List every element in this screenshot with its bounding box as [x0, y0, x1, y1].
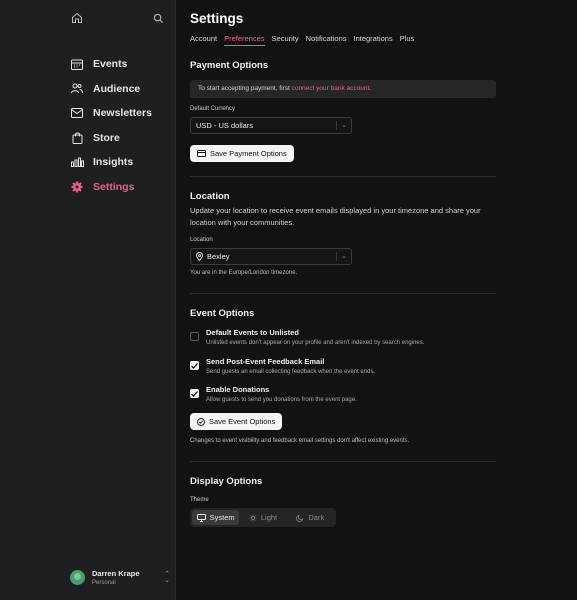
save-event-label: Save Event Options — [209, 417, 276, 426]
tab-plus[interactable]: Plus — [400, 34, 415, 46]
theme-option-light[interactable]: Light — [239, 510, 286, 525]
sidebar-item-label: Store — [93, 131, 120, 144]
tab-account[interactable]: Account — [190, 34, 217, 46]
tab-preferences[interactable]: Preferences — [224, 34, 265, 46]
sidebar-item-label: Insights — [93, 156, 134, 169]
option-subtitle: Send guests an email collecting feedback… — [206, 369, 376, 375]
sidebar-item-settings[interactable]: Settings — [70, 175, 152, 200]
theme-option-label: Dark — [308, 513, 325, 522]
option-subtitle: Allow guests to send you donations from … — [206, 397, 357, 403]
notice-text: To start accepting payment, first — [198, 85, 292, 92]
bag-icon — [70, 131, 84, 145]
donations-checkbox[interactable] — [190, 389, 199, 398]
divider — [190, 176, 496, 177]
map-pin-icon — [196, 252, 203, 261]
theme-option-label: System — [209, 513, 235, 522]
location-section-title: Location — [190, 191, 230, 202]
sidebar-item-insights[interactable]: Insights — [70, 150, 152, 175]
sidebar-item-label: Events — [93, 58, 128, 71]
users-icon — [70, 82, 84, 96]
save-event-options-button[interactable]: Save Event Options — [190, 413, 283, 430]
user-name: Darren Krape — [92, 569, 140, 578]
sun-icon — [249, 514, 257, 522]
display-options-title: Display Options — [190, 476, 263, 487]
chevron-up-down-icon[interactable]: ⌃ ⌄ — [164, 571, 170, 584]
save-payment-options-button[interactable]: Save Payment Options — [190, 145, 294, 162]
event-options-footnote: Changes to event visibility and feedback… — [190, 438, 410, 444]
avatar — [70, 570, 85, 585]
option-subtitle: Unlisted events don't appear on your pro… — [206, 340, 425, 346]
location-value: Bexley — [207, 252, 230, 261]
bar-chart-icon — [70, 155, 84, 169]
option-title: Enable Donations — [206, 385, 270, 394]
sidebar-item-events[interactable]: Events — [70, 52, 152, 77]
theme-segmented-control: System Light Dark — [190, 508, 336, 527]
calendar-icon — [70, 57, 84, 71]
feedback-email-checkbox[interactable] — [190, 361, 199, 370]
sidebar-item-label: Audience — [93, 82, 141, 95]
unlisted-checkbox[interactable] — [190, 332, 199, 341]
currency-select[interactable]: USD - US dollars ⌄ — [190, 117, 352, 134]
mail-icon — [70, 106, 84, 120]
tab-integrations[interactable]: Integrations — [354, 34, 393, 46]
payment-section-title: Payment Options — [190, 60, 269, 71]
location-select[interactable]: Bexley ⌄ — [190, 248, 352, 265]
payment-notice: To start accepting payment, first connec… — [190, 80, 496, 98]
tab-notifications[interactable]: Notifications — [306, 34, 347, 46]
moon-icon — [296, 514, 304, 522]
location-description: Update your location to receive event em… — [190, 206, 481, 227]
user-menu[interactable]: Darren Krape Personal ⌃ ⌄ — [70, 569, 170, 586]
option-donations: Enable Donations Allow guests to send yo… — [190, 385, 357, 403]
sidebar-item-label: Settings — [93, 180, 135, 193]
divider — [190, 293, 496, 294]
check-circle-icon — [197, 417, 205, 426]
credit-card-icon — [197, 150, 206, 157]
theme-option-label: Light — [260, 513, 278, 522]
sidebar-item-label: Newsletters — [93, 107, 152, 120]
theme-option-dark[interactable]: Dark — [287, 510, 334, 525]
search-icon[interactable] — [153, 11, 167, 25]
connect-bank-link[interactable]: connect your bank account — [292, 85, 370, 92]
location-label: Location — [190, 237, 213, 243]
home-icon[interactable] — [71, 11, 85, 25]
option-unlisted: Default Events to Unlisted Unlisted even… — [190, 328, 424, 346]
notice-suffix: . — [369, 85, 372, 92]
sidebar: Events Audience Newsletters Store Insigh… — [0, 0, 176, 600]
currency-value: USD - US dollars — [196, 121, 254, 130]
sidebar-nav: Events Audience Newsletters Store Insigh… — [70, 52, 152, 199]
sidebar-item-newsletters[interactable]: Newsletters — [70, 101, 152, 126]
theme-label: Theme — [190, 497, 209, 503]
option-title: Default Events to Unlisted — [206, 328, 299, 337]
option-feedback-email: Send Post-Event Feedback Email Send gues… — [190, 357, 375, 375]
currency-label: Default Currency — [190, 106, 236, 112]
event-options-title: Event Options — [190, 308, 255, 319]
sidebar-item-audience[interactable]: Audience — [70, 77, 152, 102]
timezone-note: You are in the Europe/London timezone. — [190, 270, 298, 276]
settings-tabs: Account Preferences Security Notificatio… — [190, 34, 421, 46]
sidebar-item-store[interactable]: Store — [70, 126, 152, 151]
theme-option-system[interactable]: System — [192, 510, 240, 525]
tab-security[interactable]: Security — [272, 34, 299, 46]
page-title: Settings — [190, 11, 244, 26]
chevron-down-icon: ⌄ — [341, 253, 347, 260]
chevron-down-icon: ⌄ — [341, 122, 347, 129]
save-payment-label: Save Payment Options — [210, 149, 287, 158]
monitor-icon — [196, 513, 206, 522]
user-subtitle: Personal — [92, 580, 116, 586]
option-title: Send Post-Event Feedback Email — [206, 357, 325, 366]
gear-icon — [70, 180, 84, 194]
divider — [190, 461, 496, 462]
